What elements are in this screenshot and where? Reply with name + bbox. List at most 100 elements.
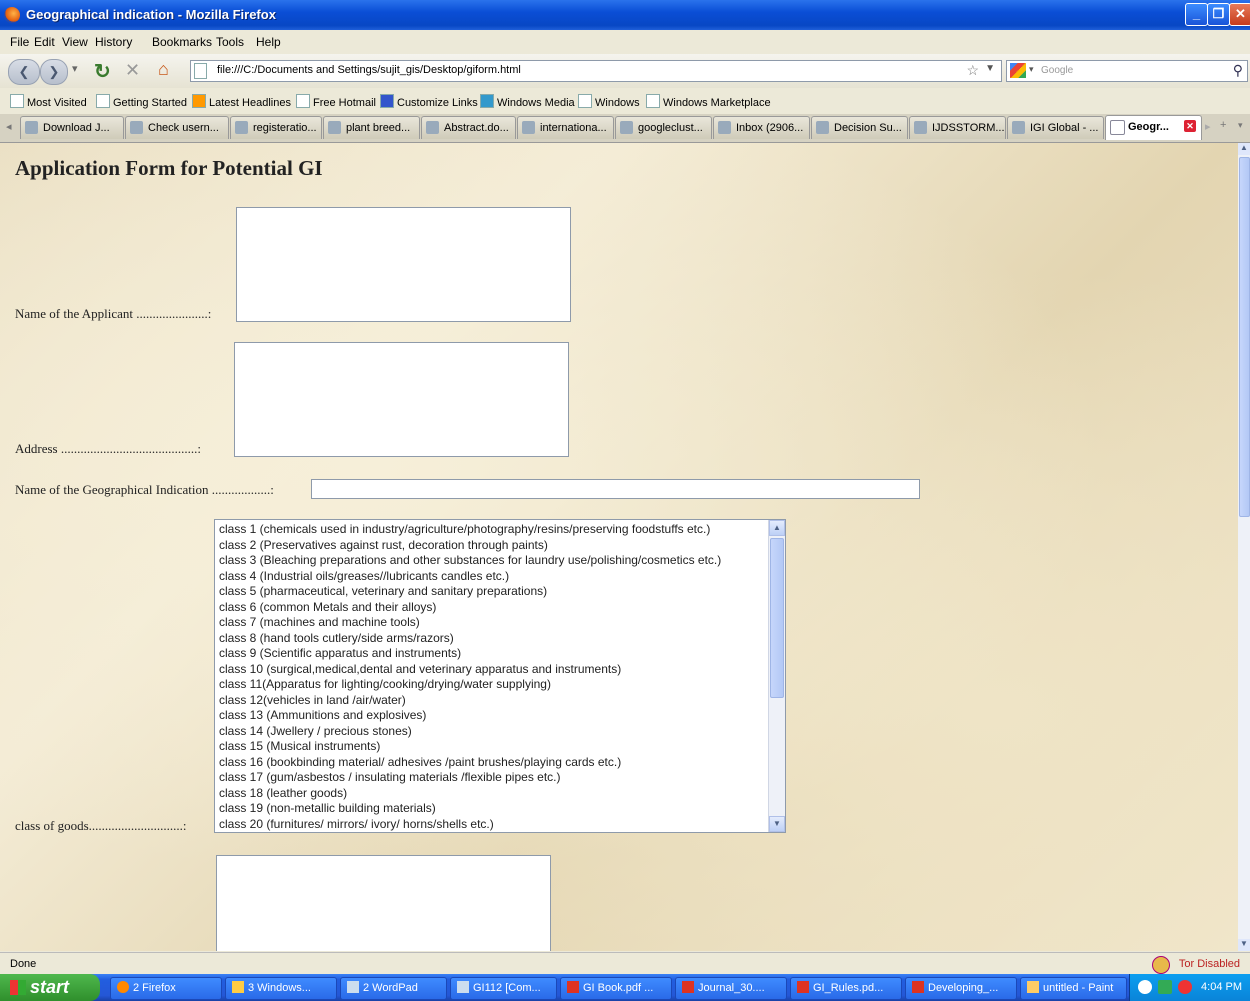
class-option[interactable]: class 12(vehicles in land /air/water) bbox=[219, 693, 764, 709]
class-option[interactable]: class 20 (furnitures/ mirrors/ ivory/ ho… bbox=[219, 817, 764, 833]
url-dropdown-icon[interactable]: ▼ bbox=[985, 63, 995, 74]
class-option[interactable]: class 19 (non-metallic building material… bbox=[219, 801, 764, 817]
search-box[interactable]: ▾ Google ⚲ bbox=[1006, 60, 1248, 82]
taskbar-paint[interactable]: untitled - Paint bbox=[1020, 977, 1127, 1000]
menu-file[interactable]: File bbox=[10, 35, 29, 49]
gi-name-input[interactable] bbox=[311, 479, 920, 499]
tab-igi-global[interactable]: IGI Global - ... bbox=[1007, 116, 1104, 139]
tab-plant-breed[interactable]: plant breed... bbox=[323, 116, 420, 139]
class-option[interactable]: class 6 (common Metals and their alloys) bbox=[219, 600, 764, 616]
class-option[interactable]: class 4 (Industrial oils/greases//lubric… bbox=[219, 569, 764, 585]
taskbar-journal[interactable]: Journal_30.... bbox=[675, 977, 787, 1000]
minimize-button[interactable]: _ bbox=[1185, 3, 1208, 26]
tray-opera-icon[interactable] bbox=[1178, 980, 1192, 994]
url-bar[interactable]: file:///C:/Documents and Settings/sujit_… bbox=[190, 60, 1002, 82]
bookmark-most-visited[interactable]: Most Visited bbox=[10, 94, 87, 109]
tab-geographical-indication[interactable]: Geogr... ✕ bbox=[1105, 115, 1202, 140]
page-scrollbar[interactable]: ▲ ▼ bbox=[1238, 143, 1250, 951]
class-option[interactable]: class 9 (Scientific apparatus and instru… bbox=[219, 646, 764, 662]
taskbar-windows-explorer[interactable]: 3 Windows... bbox=[225, 977, 337, 1000]
class-option[interactable]: class 15 (Musical instruments) bbox=[219, 739, 764, 755]
taskbar-gi-rules[interactable]: GI_Rules.pd... bbox=[790, 977, 902, 1000]
tab-ijdss[interactable]: IJDSSTORM... bbox=[909, 116, 1006, 139]
class-option[interactable]: class 3 (Bleaching preparations and othe… bbox=[219, 553, 764, 569]
class-option[interactable]: class 13 (Ammunitions and explosives) bbox=[219, 708, 764, 724]
menu-bookmarks[interactable]: Bookmarks bbox=[152, 35, 212, 49]
class-of-goods-listbox[interactable]: class 1 (chemicals used in industry/agri… bbox=[214, 519, 786, 833]
reload-icon[interactable]: ↻ bbox=[94, 59, 111, 84]
close-button[interactable]: ✕ bbox=[1229, 3, 1250, 26]
new-tab-icon[interactable]: + bbox=[1220, 119, 1226, 131]
scroll-up-icon[interactable]: ▲ bbox=[769, 520, 785, 536]
class-option[interactable]: class 16 (bookbinding material/ adhesive… bbox=[219, 755, 764, 771]
stop-icon[interactable]: ✕ bbox=[125, 60, 140, 81]
class-option[interactable]: class 14 (Jwellery / precious stones) bbox=[219, 724, 764, 740]
tab-download[interactable]: Download J... bbox=[20, 116, 124, 139]
tab-registration[interactable]: registeratio... bbox=[230, 116, 322, 139]
search-engine-dropdown-icon[interactable]: ▾ bbox=[1029, 64, 1034, 75]
class-option[interactable]: class 18 (leather goods) bbox=[219, 786, 764, 802]
tab-close-icon[interactable]: ✕ bbox=[1184, 120, 1196, 132]
start-button[interactable]: start bbox=[0, 974, 100, 1001]
tab-googlecluster[interactable]: googleclust... bbox=[615, 116, 712, 139]
tray-icon[interactable] bbox=[1138, 980, 1152, 994]
bookmark-customize-links[interactable]: Customize Links bbox=[380, 94, 478, 109]
tor-icon[interactable] bbox=[1152, 956, 1170, 974]
taskbar-wordpad[interactable]: 2 WordPad bbox=[340, 977, 447, 1000]
page-scroll-up-icon[interactable]: ▲ bbox=[1238, 143, 1250, 155]
class-option[interactable]: class 2 (Preservatives against rust, dec… bbox=[219, 538, 764, 554]
tab-abstract[interactable]: Abstract.do... bbox=[421, 116, 516, 139]
tor-status[interactable]: Tor Disabled bbox=[1179, 958, 1240, 970]
bookmark-windows-marketplace[interactable]: Windows Marketplace bbox=[646, 94, 771, 109]
tab-decision-support[interactable]: Decision Su... bbox=[811, 116, 908, 139]
bookmark-star-icon[interactable]: ☆ bbox=[966, 62, 979, 79]
taskbar-gi112[interactable]: GI112 [Com... bbox=[450, 977, 557, 1000]
tab-inbox[interactable]: Inbox (2906... bbox=[713, 116, 810, 139]
rss-icon bbox=[192, 94, 206, 108]
search-icon[interactable]: ⚲ bbox=[1233, 62, 1243, 79]
back-button[interactable]: ❮ bbox=[8, 59, 40, 85]
google-icon[interactable] bbox=[1010, 63, 1026, 78]
bookmark-getting-started[interactable]: Getting Started bbox=[96, 94, 187, 109]
menu-history[interactable]: History bbox=[95, 35, 132, 49]
bookmark-windows[interactable]: Windows bbox=[578, 94, 640, 109]
description-field[interactable] bbox=[216, 855, 551, 951]
page-scroll-thumb[interactable] bbox=[1239, 157, 1250, 517]
class-option[interactable]: class 1 (chemicals used in industry/agri… bbox=[219, 522, 764, 538]
menu-view[interactable]: View bbox=[62, 35, 88, 49]
menu-edit[interactable]: Edit bbox=[34, 35, 55, 49]
class-option[interactable]: class 8 (hand tools cutlery/side arms/ra… bbox=[219, 631, 764, 647]
search-placeholder: Google bbox=[1041, 65, 1074, 76]
tab-international[interactable]: internationa... bbox=[517, 116, 614, 139]
class-option[interactable]: class 11(Apparatus for lighting/cooking/… bbox=[219, 677, 764, 693]
tab-scroll-left-icon[interactable]: ◂ bbox=[6, 120, 12, 133]
tab-scroll-right-icon[interactable]: ▸ bbox=[1205, 120, 1211, 133]
history-dropdown-icon[interactable]: ▾ bbox=[72, 62, 78, 75]
url-text[interactable]: file:///C:/Documents and Settings/sujit_… bbox=[217, 64, 521, 76]
bookmark-latest-headlines[interactable]: Latest Headlines bbox=[192, 94, 291, 109]
listbox-scroll-thumb[interactable] bbox=[770, 538, 784, 698]
class-option[interactable]: class 17 (gum/asbestos / insulating mate… bbox=[219, 770, 764, 786]
menu-help[interactable]: Help bbox=[256, 35, 281, 49]
applicant-name-field[interactable] bbox=[236, 207, 571, 322]
bookmark-free-hotmail[interactable]: Free Hotmail bbox=[296, 94, 376, 109]
class-option[interactable]: class 10 (surgical,medical,dental and ve… bbox=[219, 662, 764, 678]
tab-icon bbox=[1110, 120, 1125, 135]
home-icon[interactable]: ⌂ bbox=[158, 59, 169, 80]
taskbar-firefox[interactable]: 2 Firefox bbox=[110, 977, 222, 1000]
bookmark-windows-media[interactable]: Windows Media bbox=[480, 94, 575, 109]
listbox-scrollbar[interactable]: ▲ ▼ bbox=[768, 520, 785, 832]
tab-list-icon[interactable]: ▾ bbox=[1238, 120, 1243, 131]
page-scroll-down-icon[interactable]: ▼ bbox=[1238, 939, 1250, 951]
taskbar-developing[interactable]: Developing_... bbox=[905, 977, 1017, 1000]
maximize-button[interactable]: ❐ bbox=[1207, 3, 1230, 26]
class-option[interactable]: class 5 (pharmaceutical, veterinary and … bbox=[219, 584, 764, 600]
tab-check-username[interactable]: Check usern... bbox=[125, 116, 229, 139]
class-option[interactable]: class 7 (machines and machine tools) bbox=[219, 615, 764, 631]
menu-tools[interactable]: Tools bbox=[216, 35, 244, 49]
scroll-down-icon[interactable]: ▼ bbox=[769, 816, 785, 832]
tray-network-icon[interactable] bbox=[1158, 980, 1172, 994]
address-field[interactable] bbox=[234, 342, 569, 457]
forward-button[interactable]: ❯ bbox=[40, 59, 68, 85]
taskbar-gi-book-pdf[interactable]: GI Book.pdf ... bbox=[560, 977, 672, 1000]
